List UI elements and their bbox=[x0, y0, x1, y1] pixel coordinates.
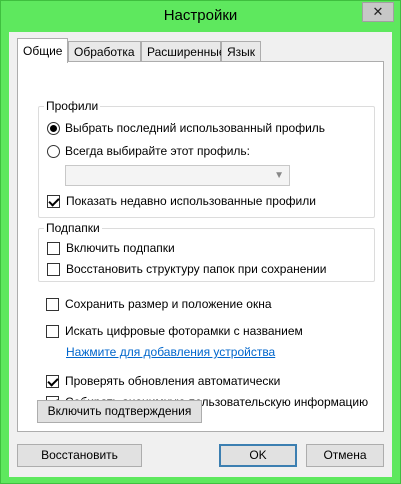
window-title: Настройки bbox=[163, 7, 238, 24]
subfolders-group-label: Подпапки bbox=[44, 221, 102, 235]
chevron-down-icon: ▼ bbox=[274, 170, 284, 181]
profiles-group: Профили Выбрать последний использованный… bbox=[38, 99, 375, 218]
settings-window: Настройки ✕ Общие Обработка Расширенные … bbox=[0, 0, 401, 484]
show-recent-checkbox[interactable]: Показать недавно использованные профили bbox=[47, 194, 316, 208]
save-window-checkbox-control[interactable] bbox=[46, 297, 59, 311]
radio-always-profile-label: Всегда выбирайте этот профиль: bbox=[65, 144, 250, 158]
enable-confirmations-button[interactable]: Включить подтверждения bbox=[37, 400, 202, 423]
close-button[interactable]: ✕ bbox=[362, 2, 394, 22]
restore-structure-checkbox-control[interactable] bbox=[47, 262, 60, 276]
check-updates-checkbox[interactable]: Проверять обновления автоматически bbox=[46, 374, 280, 388]
search-frames-label: Искать цифровые фоторамки с названием bbox=[65, 324, 303, 338]
general-panel: Профили Выбрать последний использованный… bbox=[17, 61, 384, 432]
include-subfolders-checkbox[interactable]: Включить подпапки bbox=[47, 241, 175, 255]
subfolders-group: Подпапки Включить подпапки Восстановить … bbox=[38, 221, 375, 282]
title-bar: Настройки ✕ bbox=[1, 1, 400, 33]
tab-general[interactable]: Общие bbox=[17, 38, 68, 63]
check-updates-checkbox-control[interactable] bbox=[46, 374, 59, 388]
close-icon: ✕ bbox=[372, 4, 384, 19]
radio-last-profile-control[interactable] bbox=[47, 121, 60, 135]
ok-button[interactable]: OK bbox=[219, 444, 297, 467]
save-window-checkbox[interactable]: Сохранить размер и положение окна bbox=[46, 297, 272, 311]
profile-select[interactable]: ▼ bbox=[65, 165, 290, 186]
tab-language[interactable]: Язык bbox=[221, 41, 261, 61]
cancel-button[interactable]: Отмена bbox=[306, 444, 384, 467]
restore-structure-label: Восстановить структуру папок при сохране… bbox=[66, 262, 327, 276]
restore-button[interactable]: Восстановить bbox=[17, 444, 142, 467]
include-subfolders-label: Включить подпапки bbox=[66, 241, 175, 255]
radio-always-profile[interactable]: Всегда выбирайте этот профиль: bbox=[47, 144, 250, 158]
include-subfolders-checkbox-control[interactable] bbox=[47, 241, 60, 255]
search-frames-checkbox[interactable]: Искать цифровые фоторамки с названием bbox=[46, 324, 303, 338]
profiles-group-label: Профили bbox=[44, 99, 101, 113]
radio-last-profile[interactable]: Выбрать последний использованный профиль bbox=[47, 121, 325, 135]
restore-structure-checkbox[interactable]: Восстановить структуру папок при сохране… bbox=[47, 262, 326, 276]
show-recent-label: Показать недавно использованные профили bbox=[66, 194, 316, 208]
add-device-link[interactable]: Нажмите для добавления устройства bbox=[66, 345, 275, 359]
tab-processing[interactable]: Обработка bbox=[68, 41, 141, 61]
dialog-client: Общие Обработка Расширенные Язык Профили… bbox=[9, 32, 392, 477]
search-frames-checkbox-control[interactable] bbox=[46, 324, 59, 338]
check-updates-label: Проверять обновления автоматически bbox=[65, 374, 281, 388]
save-window-label: Сохранить размер и положение окна bbox=[65, 297, 272, 311]
show-recent-checkbox-control[interactable] bbox=[47, 194, 60, 208]
tab-advanced[interactable]: Расширенные bbox=[141, 41, 226, 61]
radio-last-profile-label: Выбрать последний использованный профиль bbox=[65, 121, 326, 135]
radio-always-profile-control[interactable] bbox=[47, 144, 60, 158]
